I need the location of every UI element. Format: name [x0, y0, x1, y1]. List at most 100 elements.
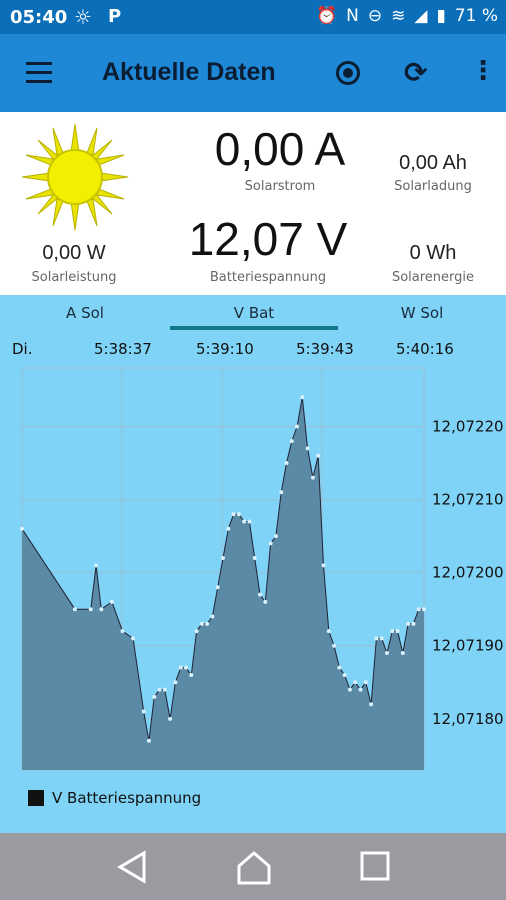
data-point [178, 665, 183, 670]
data-point [258, 592, 263, 597]
solar-power-value: 0,00 W [42, 242, 106, 264]
tab-v-bat[interactable]: V Bat [170, 304, 338, 322]
y-tick-label: 12,07190 [432, 637, 504, 655]
data-point [342, 672, 347, 677]
data-point [247, 519, 252, 524]
data-point [358, 687, 363, 692]
readings-panel: 0,00 A Solarstrom 0,00 Ah Solarladung 0,… [0, 112, 506, 295]
data-point [321, 563, 326, 568]
page-title: Aktuelle Daten [102, 58, 276, 86]
data-point [416, 607, 421, 612]
data-point [263, 599, 268, 604]
data-point [268, 541, 273, 546]
data-point [332, 643, 337, 648]
battery-percent: 71 % [454, 6, 498, 26]
data-point [369, 702, 374, 707]
home-icon[interactable] [235, 849, 273, 887]
data-point [183, 665, 188, 670]
time-tick: 5:39:10 [196, 340, 254, 358]
data-point [411, 621, 416, 626]
status-time: 05:40 [10, 7, 68, 28]
data-point [231, 512, 236, 517]
battery-icon: ▮ [436, 6, 446, 26]
legend-swatch [28, 790, 44, 806]
data-point [305, 446, 310, 451]
y-tick-label: 12,07220 [432, 417, 504, 435]
tab-a-sol[interactable]: A Sol [0, 304, 170, 322]
data-point [146, 738, 151, 743]
recent-apps-icon[interactable] [358, 849, 392, 883]
data-point [252, 556, 257, 561]
data-point [390, 629, 395, 634]
y-tick-label: 12,07210 [432, 491, 504, 509]
battery-voltage-value: 12,07 V [188, 213, 348, 265]
alarm-icon: ⏰ [315, 6, 338, 26]
data-point [406, 621, 411, 626]
data-point [326, 629, 331, 634]
data-point [384, 651, 389, 656]
wifi-icon: ≋ [391, 6, 406, 26]
data-point [20, 526, 24, 531]
data-point [374, 636, 379, 641]
day-label: Di. [12, 340, 33, 358]
data-point [173, 680, 178, 685]
time-tick: 5:38:37 [94, 340, 152, 358]
parking-icon: P [108, 6, 122, 27]
data-point [199, 621, 204, 626]
data-point [422, 607, 426, 612]
refresh-icon[interactable]: ⟳ [404, 56, 427, 89]
nfc-icon: N [346, 6, 359, 26]
solar-energy-label: Solarenergie [391, 270, 475, 285]
data-point [337, 665, 342, 670]
tab-w-sol[interactable]: W Sol [338, 304, 506, 322]
data-point [72, 607, 77, 612]
status-bar: 05:40 ☼ P ⏰ N ⊖ ≋ ◢ ▮ 71 % [0, 0, 506, 34]
data-point [279, 490, 284, 495]
data-point [131, 636, 136, 641]
data-point [363, 680, 368, 685]
brightness-icon: ☼ [74, 5, 92, 29]
status-icons: ⏰ N ⊖ ≋ ◢ ▮ 71 % [316, 6, 498, 26]
hamburger-icon[interactable] [26, 62, 52, 89]
solar-current-value: 0,00 A [214, 123, 346, 175]
data-point [215, 585, 220, 590]
data-point [99, 607, 104, 612]
data-point [157, 687, 162, 692]
nav-bar [0, 833, 506, 900]
back-icon[interactable] [114, 849, 150, 885]
data-point [242, 519, 247, 524]
tab-indicator [170, 326, 338, 330]
data-point [189, 672, 194, 677]
data-point [162, 687, 167, 692]
data-point [310, 475, 315, 480]
record-icon[interactable] [336, 61, 360, 85]
data-point [221, 556, 225, 561]
dnd-icon: ⊖ [367, 6, 383, 26]
solar-current-label: Solarstrom [244, 179, 316, 194]
data-point [353, 680, 358, 685]
time-tick: 5:39:43 [296, 340, 354, 358]
data-point [210, 614, 215, 619]
app-bar: Aktuelle Daten ⟳ ⋮ [0, 34, 506, 112]
data-point [289, 439, 294, 444]
data-point [347, 687, 352, 692]
data-point [273, 534, 278, 539]
y-tick-label: 12,07200 [432, 564, 504, 582]
sun-icon [21, 123, 129, 231]
solar-charge-label: Solarladung [394, 179, 472, 194]
time-axis: Di. 5:38:37 5:39:10 5:39:43 5:40:16 [0, 340, 506, 362]
y-tick-label: 12,07180 [432, 710, 504, 728]
data-point [284, 461, 289, 466]
voltage-chart[interactable]: 12,07220 12,07210 12,07200 12,07190 12,07180 [0, 362, 506, 782]
data-point [300, 395, 305, 400]
data-point [226, 526, 231, 531]
more-vert-icon[interactable]: ⋮ [470, 56, 496, 86]
data-point [152, 694, 157, 699]
time-tick: 5:40:16 [396, 340, 454, 358]
chart-area [22, 397, 424, 770]
data-point [236, 512, 241, 517]
legend-label: V Batteriespannung [52, 789, 202, 807]
data-point [94, 563, 99, 568]
data-point [168, 716, 173, 721]
chart-tabs: A Sol V Bat W Sol [0, 296, 506, 332]
